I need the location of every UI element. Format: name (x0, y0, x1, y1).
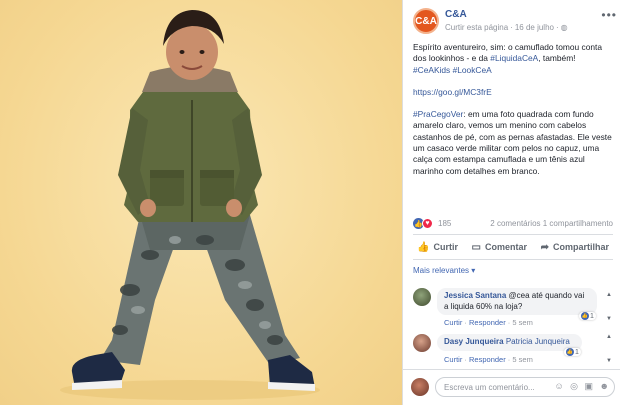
post-text: Espírito aventureiro, sim: o camuflado t… (413, 42, 613, 188)
composer-icons[interactable]: ☺ ◎ ▣ ☻ (554, 381, 611, 392)
comment-button[interactable]: ▭ Comentar (468, 242, 531, 253)
comment-like-count[interactable]: 👍 1 (579, 312, 596, 320)
like-label: Curtir (433, 242, 458, 252)
comment-time[interactable]: 5 sem (512, 318, 532, 327)
chevron-up-icon: ▲ (606, 334, 612, 340)
hashtag-ceakids[interactable]: #CeAKids (413, 65, 450, 75)
comment-actions: Curtir · Responder · 5 sem (444, 355, 533, 364)
chevron-down-icon: ▼ (606, 358, 612, 364)
comment-like-link[interactable]: Curtir (444, 355, 462, 364)
chevron-down-icon: ▼ (606, 316, 612, 322)
reactions-count[interactable]: 185 (438, 219, 451, 228)
post-p1-mid: , também! (538, 53, 576, 64)
post-photo[interactable] (0, 0, 402, 405)
speech-bubble-icon: ▭ (471, 241, 481, 253)
post-meta: Curtir esta página · 16 de julho · ◍ (445, 23, 568, 32)
post-side-panel: C&A C&A Curtir esta página · 16 de julho · ◍… (402, 0, 620, 405)
comment-reply-link[interactable]: Responder (469, 355, 506, 364)
comment-reply-link[interactable]: Responder (469, 318, 506, 327)
boy-photo-illustration (60, 10, 320, 400)
avatar[interactable] (413, 334, 431, 352)
avatar[interactable] (413, 288, 431, 306)
comment-time[interactable]: 5 sem (512, 355, 532, 364)
love-reaction-icon: ♥ (422, 218, 433, 229)
comment-like-link[interactable]: Curtir (444, 318, 462, 327)
comment-scroll-arrows[interactable]: ▲ ▼ (603, 334, 615, 364)
reactions-bar: 👍 ♥ 185 2 comentários 1 compartilhamento (413, 215, 613, 233)
post-viewer: C&A C&A Curtir esta página · 16 de julho · ◍… (0, 0, 620, 405)
page-avatar[interactable]: C&A (413, 8, 439, 34)
hashtag-pracegover[interactable]: #PraCegoVer (413, 109, 463, 119)
hashtag-liquida[interactable]: #LiquidaCeA (490, 53, 538, 63)
post-link[interactable]: https://goo.gl/MC3frE (413, 87, 492, 97)
comment-item: Jessica Santana @cea até quando vai a li… (413, 288, 613, 328)
comment-bubble: Dasy Junqueira Patricia Junqueira (437, 334, 582, 351)
post-actions: 👍 Curtir ▭ Comentar ➦ Compartilhar (413, 234, 613, 260)
more-options-button[interactable]: ••• (601, 8, 617, 22)
comment-input-placeholder: Escreva um comentário... (444, 383, 535, 392)
comment-scroll-arrows[interactable]: ▲ ▼ (603, 292, 615, 322)
like-button[interactable]: 👍 Curtir (413, 242, 462, 253)
share-label: Compartilhar (552, 242, 609, 252)
chevron-up-icon: ▲ (606, 292, 612, 298)
tagged-user[interactable]: Patricia Junqueira (506, 337, 570, 346)
thumbs-up-icon: 👍 (581, 312, 589, 320)
like-count-value: 1 (590, 312, 594, 320)
follow-page-link[interactable]: Curtir esta página (445, 23, 508, 32)
comments-shares-count[interactable]: 2 comentários 1 compartilhamento (490, 219, 613, 228)
share-button[interactable]: ➦ Compartilhar (537, 242, 613, 253)
comment-label: Comentar (484, 242, 527, 252)
commenter-name[interactable]: Dasy Junqueira (444, 337, 504, 346)
thumbs-up-icon: 👍 (566, 348, 574, 356)
hashtag-lookcea[interactable]: #LookCeA (453, 65, 492, 75)
comment-bubble: Jessica Santana @cea até quando vai a li… (437, 288, 597, 315)
comment-sort-dropdown[interactable]: Mais relevantes ▾ (413, 266, 475, 275)
page-name[interactable]: C&A (445, 9, 467, 20)
commenter-name[interactable]: Jessica Santana (444, 291, 506, 300)
globe-icon: ◍ (560, 23, 568, 32)
thumbs-up-icon: 👍 (417, 241, 430, 253)
avatar (411, 378, 429, 396)
post-date[interactable]: 16 de julho (515, 23, 554, 32)
share-arrow-icon: ➦ (540, 241, 549, 253)
comment-actions: Curtir · Responder · 5 sem (444, 318, 533, 327)
like-count-value: 1 (575, 348, 579, 356)
comment-item: Dasy Junqueira Patricia Junqueira 👍 1 Cur… (413, 334, 613, 368)
comment-like-count[interactable]: 👍 1 (564, 348, 581, 356)
comment-composer: Escreva um comentário... ☺ ◎ ▣ ☻ (403, 369, 620, 405)
post-header: C&A C&A Curtir esta página · 16 de julho · ◍… (413, 8, 616, 38)
